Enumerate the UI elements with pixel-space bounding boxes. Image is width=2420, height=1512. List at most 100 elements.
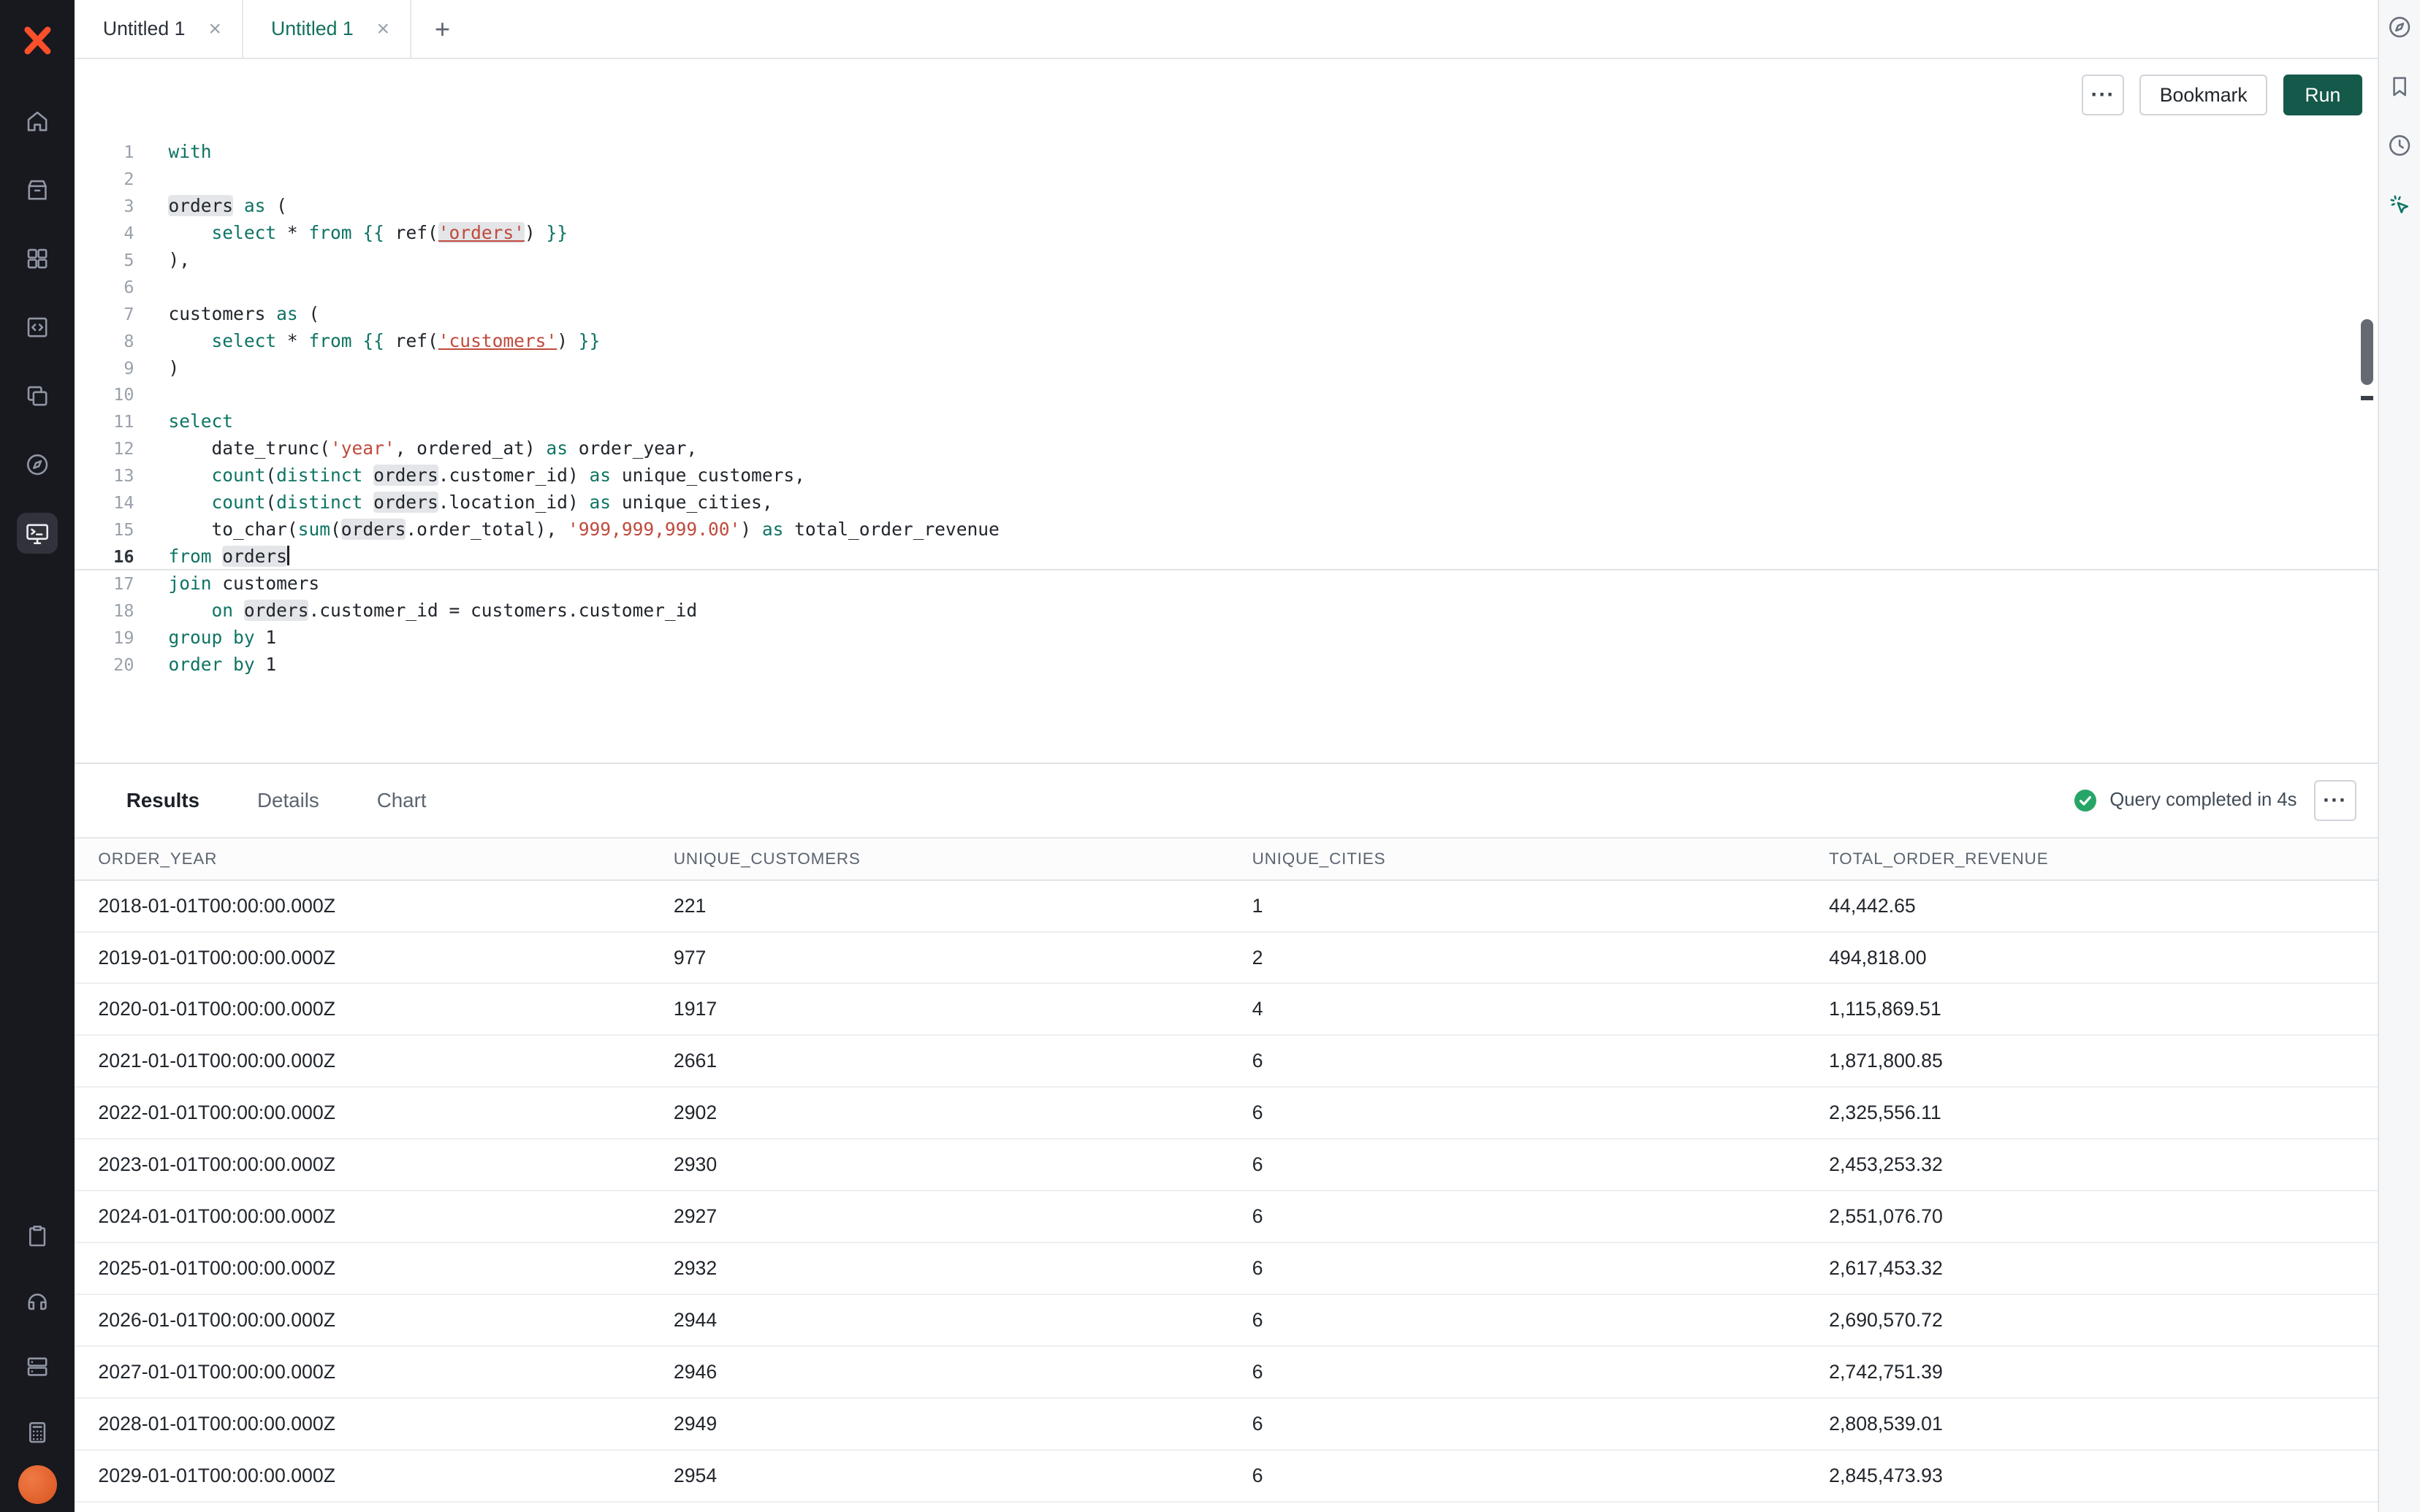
table-row[interactable]: 2025-01-01T00:00:00.000Z293262,617,453.3… [75, 1243, 2378, 1295]
code-line[interactable]: 6 [75, 274, 2378, 301]
code-text: count(distinct orders.customer_id) as un… [168, 462, 804, 489]
table-row[interactable]: 2028-01-01T00:00:00.000Z294962,808,539.0… [75, 1399, 2378, 1451]
right-sidebar [2378, 0, 2420, 1512]
code-text: ), [168, 247, 190, 274]
code-line[interactable]: 15 to_char(sum(orders.order_total), '999… [75, 516, 2378, 543]
sql-editor[interactable]: 1with23orders as (4 select * from {{ ref… [75, 131, 2378, 762]
code-line[interactable]: 17 join customers [75, 570, 2378, 597]
code-text: count(distinct orders.location_id) as un… [168, 489, 772, 516]
line-number: 17 [75, 570, 134, 597]
compass-icon[interactable] [2386, 14, 2413, 40]
new-tab-button[interactable]: + [411, 0, 473, 58]
code-line[interactable]: 14 count(distinct orders.location_id) as… [75, 489, 2378, 516]
code-line[interactable]: 10 [75, 381, 2378, 408]
calculator-icon[interactable] [17, 1412, 57, 1452]
line-number: 20 [75, 652, 134, 679]
clipboard-icon[interactable] [17, 1216, 57, 1256]
column-header[interactable]: UNIQUE_CITIES [1229, 849, 1806, 868]
results-tabs: Results Details Chart [126, 789, 427, 812]
home-icon[interactable] [17, 102, 57, 142]
editor-tab[interactable]: Untitled 1 × [243, 0, 411, 58]
table-cell: 44,442.65 [1806, 895, 2378, 917]
table-row[interactable]: 2024-01-01T00:00:00.000Z292762,551,076.7… [75, 1191, 2378, 1243]
results-tab-results[interactable]: Results [126, 789, 199, 812]
code-line[interactable]: 7customers as ( [75, 301, 2378, 328]
code-text: from orders [168, 543, 289, 570]
editor-scrollbar-thumb[interactable] [2361, 319, 2373, 385]
table-row[interactable]: 2022-01-01T00:00:00.000Z290262,325,556.1… [75, 1088, 2378, 1139]
results-tab-chart[interactable]: Chart [377, 789, 427, 812]
tab-close-icon[interactable]: × [377, 18, 389, 40]
table-row[interactable]: 2019-01-01T00:00:00.000Z9772494,818.00 [75, 933, 2378, 985]
code-line[interactable]: 19group by 1 [75, 625, 2378, 652]
results-tab-details[interactable]: Details [257, 789, 319, 812]
table-row[interactable]: 2020-01-01T00:00:00.000Z191741,115,869.5… [75, 984, 2378, 1036]
code-line[interactable]: 13 count(distinct orders.customer_id) as… [75, 462, 2378, 489]
results-tab-bar: ResultsDetailsChart Query completed in 4… [75, 764, 2378, 837]
table-cell: 2,742,751.39 [1806, 1361, 2378, 1383]
table-cell: 2,617,453.32 [1806, 1257, 2378, 1280]
line-number: 4 [75, 220, 134, 247]
column-header[interactable]: TOTAL_ORDER_REVENUE [1806, 849, 2378, 868]
code-line[interactable]: 20order by 1 [75, 652, 2378, 679]
history-icon[interactable] [2386, 132, 2413, 159]
bookmark-button[interactable]: Bookmark [2139, 75, 2267, 115]
code-square-icon[interactable] [17, 307, 57, 347]
code-text: with [168, 139, 211, 166]
cursor-click-icon[interactable] [2386, 191, 2413, 218]
code-text: on orders.customer_id = customers.custom… [168, 597, 697, 625]
table-row[interactable]: 2030-01-01T00:00:00.000Z287961,841,049.3… [75, 1503, 2378, 1512]
line-number: 18 [75, 597, 134, 625]
table-cell: 6 [1229, 1361, 1806, 1383]
line-number: 13 [75, 462, 134, 489]
table-cell: 2930 [650, 1153, 1229, 1176]
code-line[interactable]: 2 [75, 166, 2378, 193]
line-number: 14 [75, 489, 134, 516]
code-line[interactable]: 5), [75, 247, 2378, 274]
compass-icon[interactable] [17, 444, 57, 484]
code-line[interactable]: 1with [75, 139, 2378, 166]
table-row[interactable]: 2018-01-01T00:00:00.000Z221144,442.65 [75, 881, 2378, 933]
code-text: join customers [168, 570, 319, 597]
table-cell: 494,818.00 [1806, 947, 2378, 969]
windows-icon[interactable] [17, 375, 57, 416]
server-icon[interactable] [17, 1347, 57, 1387]
line-number: 11 [75, 408, 134, 435]
more-options-button[interactable]: ··· [2082, 75, 2124, 115]
bookmark-icon[interactable] [2386, 73, 2413, 99]
table-row[interactable]: 2023-01-01T00:00:00.000Z293062,453,253.3… [75, 1139, 2378, 1191]
code-line[interactable]: 4 select * from {{ ref('orders') }} [75, 220, 2378, 247]
archive-box-icon[interactable] [17, 170, 57, 210]
user-avatar[interactable] [18, 1465, 57, 1504]
table-row[interactable]: 2026-01-01T00:00:00.000Z294462,690,570.7… [75, 1295, 2378, 1347]
results-more-button[interactable]: ··· [2314, 780, 2356, 820]
table-cell: 2,845,473.93 [1806, 1465, 2378, 1487]
table-row[interactable]: 2027-01-01T00:00:00.000Z294662,742,751.3… [75, 1347, 2378, 1399]
code-line[interactable]: 12 date_trunc('year', ordered_at) as ord… [75, 435, 2378, 462]
code-line[interactable]: 9) [75, 355, 2378, 382]
line-number: 15 [75, 516, 134, 543]
code-line[interactable]: 3orders as ( [75, 193, 2378, 220]
tab-label: Untitled 1 [103, 18, 186, 40]
terminal-monitor-icon[interactable] [17, 513, 57, 553]
code-line[interactable]: 16from orders [75, 543, 2378, 570]
editor-tab[interactable]: Untitled 1 × [75, 0, 243, 58]
tab-close-icon[interactable]: × [208, 18, 221, 40]
table-cell: 2 [1229, 947, 1806, 969]
run-button[interactable]: Run [2283, 75, 2362, 115]
code-line[interactable]: 18 on orders.customer_id = customers.cus… [75, 597, 2378, 625]
column-header[interactable]: UNIQUE_CUSTOMERS [650, 849, 1229, 868]
headset-icon[interactable] [17, 1281, 57, 1321]
table-cell: 2927 [650, 1205, 1229, 1228]
column-header[interactable]: ORDER_YEAR [75, 849, 650, 868]
editor-toolbar: ··· Bookmark Run [75, 59, 2378, 131]
apps-grid-icon[interactable] [17, 238, 57, 278]
table-row[interactable]: 2021-01-01T00:00:00.000Z266161,871,800.8… [75, 1036, 2378, 1088]
code-line[interactable]: 8 select * from {{ ref('customers') }} [75, 328, 2378, 355]
code-line[interactable]: 11select [75, 408, 2378, 435]
app-window: Untitled 1 × Untitled 1 × + ··· Bookmark Ru… [0, 0, 2420, 1512]
table-row[interactable]: 2029-01-01T00:00:00.000Z295462,845,473.9… [75, 1451, 2378, 1503]
table-cell: 2949 [650, 1413, 1229, 1435]
tab-label: Untitled 1 [271, 18, 354, 40]
left-rail-bottom [17, 1216, 57, 1461]
